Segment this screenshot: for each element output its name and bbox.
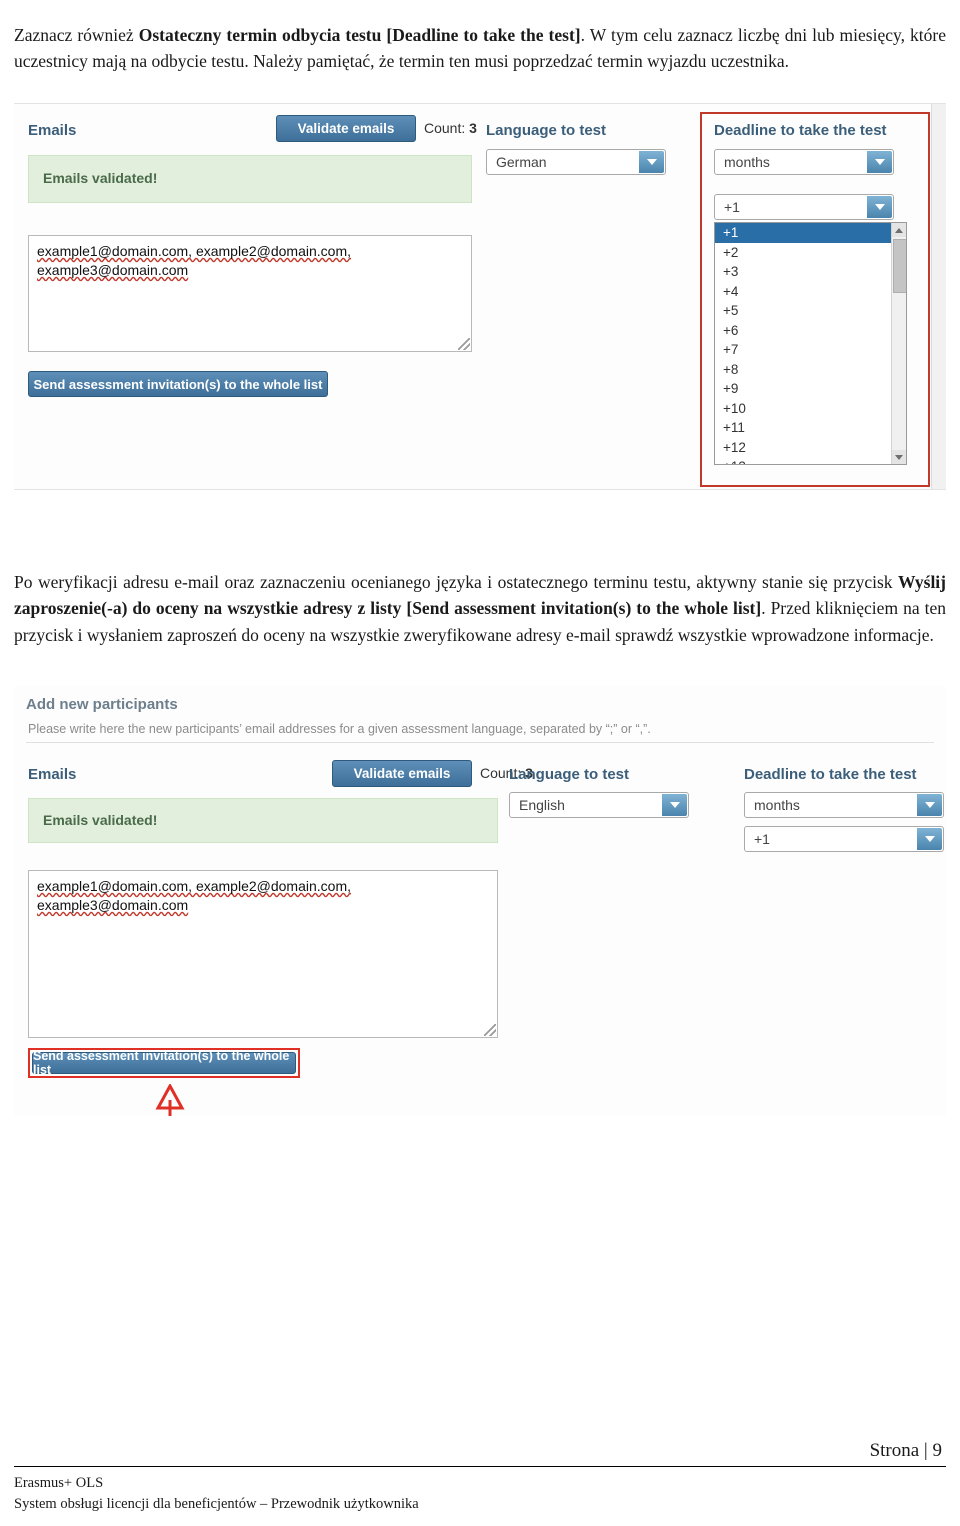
footer-text: Erasmus+ OLS System obsługi licencji dla…: [14, 1473, 419, 1515]
dropdown-option[interactable]: +3: [715, 262, 906, 282]
dropdown-option[interactable]: +2: [715, 243, 906, 263]
dropdown-option[interactable]: +11: [715, 418, 906, 438]
validate-emails-button[interactable]: Validate emails: [276, 115, 416, 142]
chevron-down-icon[interactable]: [917, 828, 942, 850]
emails-textarea-value: example1@domain.com, example2@domain.com…: [37, 878, 352, 913]
footer-line-1: Erasmus+ OLS: [14, 1475, 104, 1491]
footer-line-2: System obsługi licencji dla beneficjentó…: [14, 1496, 419, 1513]
annotation-arrow-icon: [155, 1084, 185, 1116]
emails-validated-banner: Emails validated!: [28, 155, 472, 203]
scroll-up-icon[interactable]: [892, 223, 906, 237]
dropdown-option[interactable]: +5: [715, 301, 906, 321]
dropdown-scrollbar[interactable]: [891, 223, 906, 464]
deadline-unit-value: months: [724, 154, 770, 170]
deadline-amount-dropdown-list[interactable]: +1+2+3+4+5+6+7+8+9+10+11+12+13: [714, 222, 907, 465]
dropdown-option[interactable]: +1: [715, 223, 906, 243]
emails-validated-text: Emails validated!: [43, 812, 158, 828]
dropdown-option[interactable]: +13: [715, 457, 906, 464]
middle-paragraph: Po weryfikacji adresu e-mail oraz zaznac…: [14, 569, 946, 649]
panel-title: Add new participants: [26, 696, 178, 713]
scrollbar-thumb[interactable]: [893, 239, 906, 293]
dropdown-option[interactable]: +9: [715, 379, 906, 399]
dropdown-option[interactable]: +10: [715, 399, 906, 419]
send-invitations-button[interactable]: Send assessment invitation(s) to the who…: [28, 371, 328, 397]
dropdown-options[interactable]: +1+2+3+4+5+6+7+8+9+10+11+12+13: [715, 223, 906, 464]
resize-grip-icon[interactable]: [458, 338, 470, 350]
emails-textarea[interactable]: example1@domain.com, example2@domain.com…: [28, 235, 472, 352]
emails-textarea-value: example1@domain.com, example2@domain.com…: [37, 243, 352, 278]
emails-label: Emails: [28, 766, 77, 783]
chevron-down-icon[interactable]: [867, 196, 892, 218]
footer-divider: [14, 1466, 946, 1467]
middle-paragraph-prefix: Po weryfikacji adresu e-mail oraz zaznac…: [14, 571, 899, 592]
chevron-down-icon[interactable]: [867, 151, 892, 173]
deadline-amount-select[interactable]: +1: [714, 194, 894, 220]
intro-paragraph-bold: Ostateczny termin odbycia testu [Deadlin…: [138, 24, 581, 45]
language-select[interactable]: English: [509, 792, 689, 818]
page-edge-strip: [931, 104, 946, 489]
email-count-label: Count:: [424, 120, 466, 136]
emails-label: Emails: [28, 122, 77, 139]
send-invitations-button[interactable]: Send assessment invitation(s) to the who…: [32, 1049, 296, 1077]
validate-emails-button[interactable]: Validate emails: [332, 760, 472, 787]
page-number: Strona | 9: [870, 1440, 942, 1462]
deadline-label: Deadline to take the test: [744, 766, 917, 783]
intro-paragraph: Zaznacz również Ostateczny termin odbyci…: [14, 22, 946, 75]
deadline-amount-select[interactable]: +1: [744, 826, 944, 852]
emails-validated-text: Emails validated!: [43, 170, 158, 186]
panel-divider: [26, 742, 934, 743]
screenshot-deadline-dropdown: Emails Validate emails Count: 3 Language…: [14, 103, 946, 490]
language-to-test-label: Language to test: [486, 122, 607, 139]
deadline-amount-value: +1: [754, 831, 770, 847]
panel-subtitle: Please write here the new participants’ …: [28, 722, 651, 736]
dropdown-option[interactable]: +7: [715, 340, 906, 360]
chevron-down-icon[interactable]: [639, 151, 664, 173]
language-select-value: English: [519, 797, 565, 813]
emails-validated-banner: Emails validated!: [28, 798, 498, 843]
page-number-value: 9: [932, 1440, 943, 1461]
intro-paragraph-prefix: Zaznacz również: [14, 24, 139, 45]
deadline-unit-select[interactable]: months: [714, 149, 894, 175]
deadline-amount-value: +1: [724, 199, 740, 215]
send-invitations-highlight-box: Send assessment invitation(s) to the who…: [28, 1048, 300, 1078]
email-count: Count: 3: [424, 120, 477, 136]
chevron-down-icon[interactable]: [917, 794, 942, 816]
dropdown-option[interactable]: +6: [715, 321, 906, 341]
email-count-value: 3: [469, 120, 477, 136]
language-select[interactable]: German: [486, 149, 666, 175]
deadline-unit-select[interactable]: months: [744, 792, 944, 818]
dropdown-option[interactable]: +4: [715, 282, 906, 302]
chevron-down-icon[interactable]: [662, 794, 687, 816]
deadline-label: Deadline to take the test: [714, 122, 887, 139]
dropdown-option[interactable]: +12: [715, 438, 906, 458]
language-to-test-label: Language to test: [509, 766, 630, 783]
page-number-label: Strona |: [869, 1440, 928, 1461]
document-page: Zaznacz również Ostateczny termin odbyci…: [0, 0, 960, 1526]
resize-grip-icon[interactable]: [484, 1024, 496, 1036]
screenshot-add-new-participants: Add new participants Please write here t…: [14, 686, 946, 1116]
scroll-down-icon[interactable]: [892, 450, 906, 464]
deadline-unit-value: months: [754, 797, 800, 813]
language-select-value: German: [496, 154, 547, 170]
emails-textarea[interactable]: example1@domain.com, example2@domain.com…: [28, 870, 498, 1038]
dropdown-option[interactable]: +8: [715, 360, 906, 380]
